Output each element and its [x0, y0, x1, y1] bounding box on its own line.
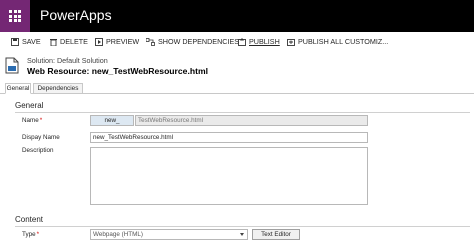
publish-all-customizations-button[interactable]: PUBLISH ALL CUSTOMIZ...	[287, 36, 388, 47]
page-title: Web Resource: new_TestWebResource.html	[27, 66, 208, 76]
description-textarea[interactable]	[90, 147, 368, 205]
delete-button[interactable]: DELETE	[50, 36, 88, 47]
app-title: PowerApps	[40, 7, 112, 23]
save-button[interactable]: SAVE	[11, 36, 41, 47]
trash-icon	[50, 38, 57, 46]
preview-button[interactable]: PREVIEW	[95, 36, 139, 47]
save-icon	[11, 37, 19, 46]
required-marker: *	[39, 117, 43, 124]
chevron-down-icon	[240, 233, 244, 236]
display-name-input[interactable]: new_TestWebResource.html	[90, 132, 368, 143]
top-bar: PowerApps	[0, 0, 474, 32]
dependencies-icon	[146, 37, 155, 46]
tab-strip: General Dependencies	[0, 83, 474, 94]
content-section-heading: Content	[15, 215, 44, 224]
description-label: Description	[22, 147, 54, 154]
type-select[interactable]: Webpage (HTML)	[90, 229, 248, 240]
text-editor-button[interactable]: Text Editor	[252, 229, 300, 240]
name-label: Name	[22, 117, 39, 124]
required-marker: *	[36, 231, 40, 238]
command-bar: SAVE DELETE PREVIEW SHOW DEPENDENCIES PU…	[0, 32, 474, 50]
publish-button[interactable]: PUBLISH	[238, 36, 280, 47]
name-label-row: Name*	[22, 117, 42, 124]
preview-icon	[95, 37, 103, 46]
content-divider	[15, 226, 470, 227]
publish-icon	[238, 37, 246, 46]
name-prefix: new_	[90, 115, 134, 126]
type-label: Type	[22, 231, 36, 238]
tab-general[interactable]: General	[5, 83, 31, 94]
name-input[interactable]: TestWebResource.html	[135, 115, 368, 126]
tab-dependencies[interactable]: Dependencies	[33, 83, 83, 94]
publish-all-icon	[287, 38, 295, 46]
type-select-value: Webpage (HTML)	[93, 231, 143, 238]
general-section-heading: General	[15, 101, 44, 110]
type-label-row: Type*	[22, 231, 39, 238]
app-launcher-button[interactable]	[0, 0, 30, 32]
show-dependencies-button[interactable]: SHOW DEPENDENCIES	[146, 36, 239, 47]
general-divider	[15, 112, 470, 113]
web-resource-icon	[5, 57, 19, 74]
waffle-icon	[9, 10, 21, 22]
solution-label: Solution: Default Solution	[27, 56, 108, 65]
display-name-label: Dispay Name	[22, 134, 60, 141]
